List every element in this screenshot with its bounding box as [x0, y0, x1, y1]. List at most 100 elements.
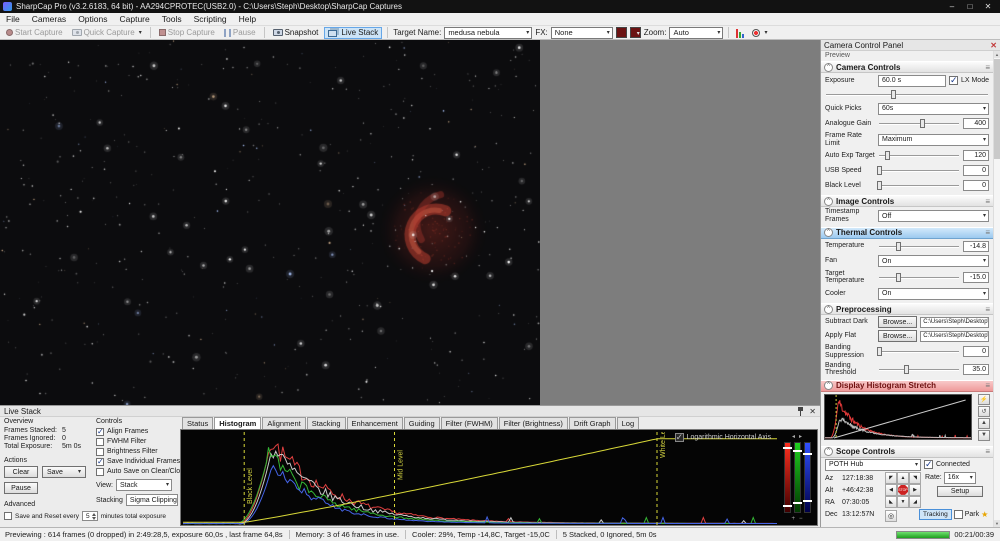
tab-enhancement[interactable]: Enhancement [346, 417, 403, 429]
menu-cameras[interactable]: Cameras [26, 13, 72, 26]
analogue-gain-slider[interactable] [878, 118, 960, 129]
reset-stretch-icon[interactable]: ↺ [978, 405, 990, 417]
livestack-checkbox-save-individual-frames[interactable]: Save Individual Frames [96, 457, 188, 466]
slider-thumb[interactable] [876, 181, 882, 191]
quick-capture-button[interactable]: Quick Capture ▾ [69, 27, 145, 39]
green-level-bar[interactable] [792, 442, 802, 513]
section-menu-icon[interactable]: ≡ [985, 228, 990, 237]
banding-threshold-value[interactable]: 35.0 [963, 363, 989, 375]
menu-scripting[interactable]: Scripting [188, 13, 233, 26]
tab-alignment[interactable]: Alignment [262, 417, 306, 429]
slider-thumb[interactable] [876, 166, 882, 176]
debayer-colour-swatch-button[interactable]: ▾ [629, 27, 641, 38]
zoom-out-icon[interactable]: − [799, 516, 803, 522]
red-level-bar[interactable] [782, 442, 792, 513]
banding-threshold-slider[interactable] [878, 364, 960, 375]
slider-thumb[interactable] [884, 151, 890, 161]
frame-rate-limit-combo[interactable]: Maximum ▾ [878, 133, 989, 146]
exposure-input[interactable]: 60.0 s [878, 74, 946, 87]
tab-log[interactable]: Log [616, 417, 640, 429]
checkbox[interactable] [96, 437, 104, 446]
section-menu-icon[interactable]: ≡ [985, 197, 990, 206]
timestamp-frames-combo[interactable]: Off ▾ [878, 210, 989, 223]
tab-histogram[interactable]: Histogram [214, 417, 262, 429]
collapse-icon[interactable]: ^ [824, 196, 833, 206]
rate-combo[interactable]: 16x ▾ [943, 471, 976, 484]
pan-right-icon[interactable]: ▸ [799, 433, 802, 440]
scope-controls-header[interactable]: ^ Scope Controls ≡ [821, 445, 993, 458]
park-checkbox[interactable] [953, 509, 963, 519]
close-button[interactable]: ✕ [979, 2, 997, 11]
section-menu-icon[interactable]: ≡ [985, 447, 990, 456]
banding-suppression-value[interactable]: 0 [963, 346, 989, 358]
maximize-button[interactable]: □ [961, 2, 979, 11]
slider-thumb[interactable] [896, 241, 902, 251]
tab-filter-brightness[interactable]: Filter (Brightness) [498, 417, 568, 429]
scroll-up-icon[interactable]: ▲ [994, 51, 1000, 58]
display-histogram-stretch-header[interactable]: ^ Display Histogram Stretch ≡ [821, 379, 993, 392]
menu-options[interactable]: Options [72, 13, 113, 26]
livestack-checkbox-brightness-filter[interactable]: Brightness Filter [96, 447, 188, 456]
section-menu-icon[interactable]: ≡ [985, 305, 990, 314]
auto-stretch-icon[interactable]: ⚡ [978, 393, 990, 405]
slew-east-button[interactable]: ▶ [909, 483, 921, 496]
target-temperature-slider[interactable] [878, 272, 960, 283]
quick-picks-combo[interactable]: 60s ▾ [878, 102, 989, 115]
checkbox[interactable] [96, 447, 104, 456]
camera-controls-header[interactable]: ^ Camera Controls ≡ [821, 61, 993, 73]
preprocessing-header[interactable]: ^ Preprocessing ≡ [821, 303, 993, 316]
analogue-gain-value[interactable]: 400 [963, 118, 989, 129]
spinner-icon[interactable] [91, 511, 96, 522]
menu-file[interactable]: File [0, 13, 26, 26]
tab-guiding[interactable]: Guiding [403, 417, 440, 429]
minimize-button[interactable]: – [943, 2, 961, 11]
save-reset-checkbox[interactable] [4, 512, 12, 520]
slew-northwest-button[interactable]: ◤ [885, 471, 897, 484]
goto-target-button[interactable]: ◎ [885, 509, 897, 522]
banding-suppression-slider[interactable] [876, 346, 960, 357]
display-colour-swatch-button[interactable] [615, 27, 627, 38]
image-controls-header[interactable]: ^ Image Controls ≡ [821, 195, 993, 208]
collapse-icon[interactable]: ^ [824, 228, 833, 238]
checkbox[interactable] [96, 427, 104, 436]
menu-capture[interactable]: Capture [113, 13, 155, 26]
panel-scrollbar[interactable]: ▲ ▼ [993, 51, 1000, 527]
pin-icon[interactable] [797, 406, 804, 416]
checkbox[interactable] [96, 467, 104, 476]
collapse-icon[interactable]: ^ [824, 304, 833, 314]
tab-stacking[interactable]: Stacking [306, 417, 346, 429]
tab-filter-fwhm[interactable]: Filter (FWHM) [440, 417, 498, 429]
favourite-star-icon[interactable]: ★ [981, 510, 988, 519]
view-combo[interactable]: Stack ▾ [116, 479, 172, 491]
menu-help[interactable]: Help [233, 13, 262, 26]
slider-thumb[interactable] [903, 364, 909, 374]
section-menu-icon[interactable]: ≡ [985, 381, 990, 390]
livestack-checkbox-align-frames[interactable]: Align Frames [96, 427, 188, 436]
slider-thumb[interactable] [876, 347, 882, 357]
stretch-histogram[interactable] [824, 393, 972, 440]
slew-southwest-button[interactable]: ◣ [885, 495, 897, 508]
stop-capture-button[interactable]: Stop Capture [156, 27, 218, 39]
scope-device-combo[interactable]: POTH Hub ▾ [825, 458, 921, 471]
black-level-value[interactable]: 0 [963, 180, 989, 192]
slew-southeast-button[interactable]: ◢ [909, 495, 921, 508]
livestack-checkbox-fwhm-filter[interactable]: FWHM Filter [96, 437, 188, 446]
thermal-controls-header[interactable]: ^ Thermal Controls ≡ [821, 226, 993, 239]
tab-drift-graph[interactable]: Drift Graph [568, 417, 616, 429]
livestack-checkbox-auto-save-on-clear-close[interactable]: Auto Save on Clear/Close [96, 467, 188, 476]
snapshot-button[interactable]: Snapshot [270, 27, 322, 39]
slider-thumb[interactable] [920, 119, 926, 128]
black-level-slider[interactable] [876, 180, 960, 191]
tab-status[interactable]: Status [182, 417, 214, 429]
camera-preview-area[interactable] [0, 40, 820, 405]
slider-thumb[interactable] [895, 272, 901, 282]
slew-west-button[interactable]: ◀ [885, 483, 897, 496]
live-stack-close-icon[interactable]: ✕ [809, 407, 816, 416]
clear-button[interactable]: Clear [4, 466, 38, 478]
target-name-combo[interactable]: medusa nebula ▾ [444, 26, 533, 39]
slew-north-button[interactable]: ▲ [897, 471, 909, 484]
collapse-icon[interactable]: ^ [824, 447, 833, 457]
stretch-up-icon[interactable]: ▲ [978, 417, 990, 429]
usb-speed-slider[interactable] [876, 165, 960, 176]
pause-stack-button[interactable]: Pause [4, 482, 38, 494]
